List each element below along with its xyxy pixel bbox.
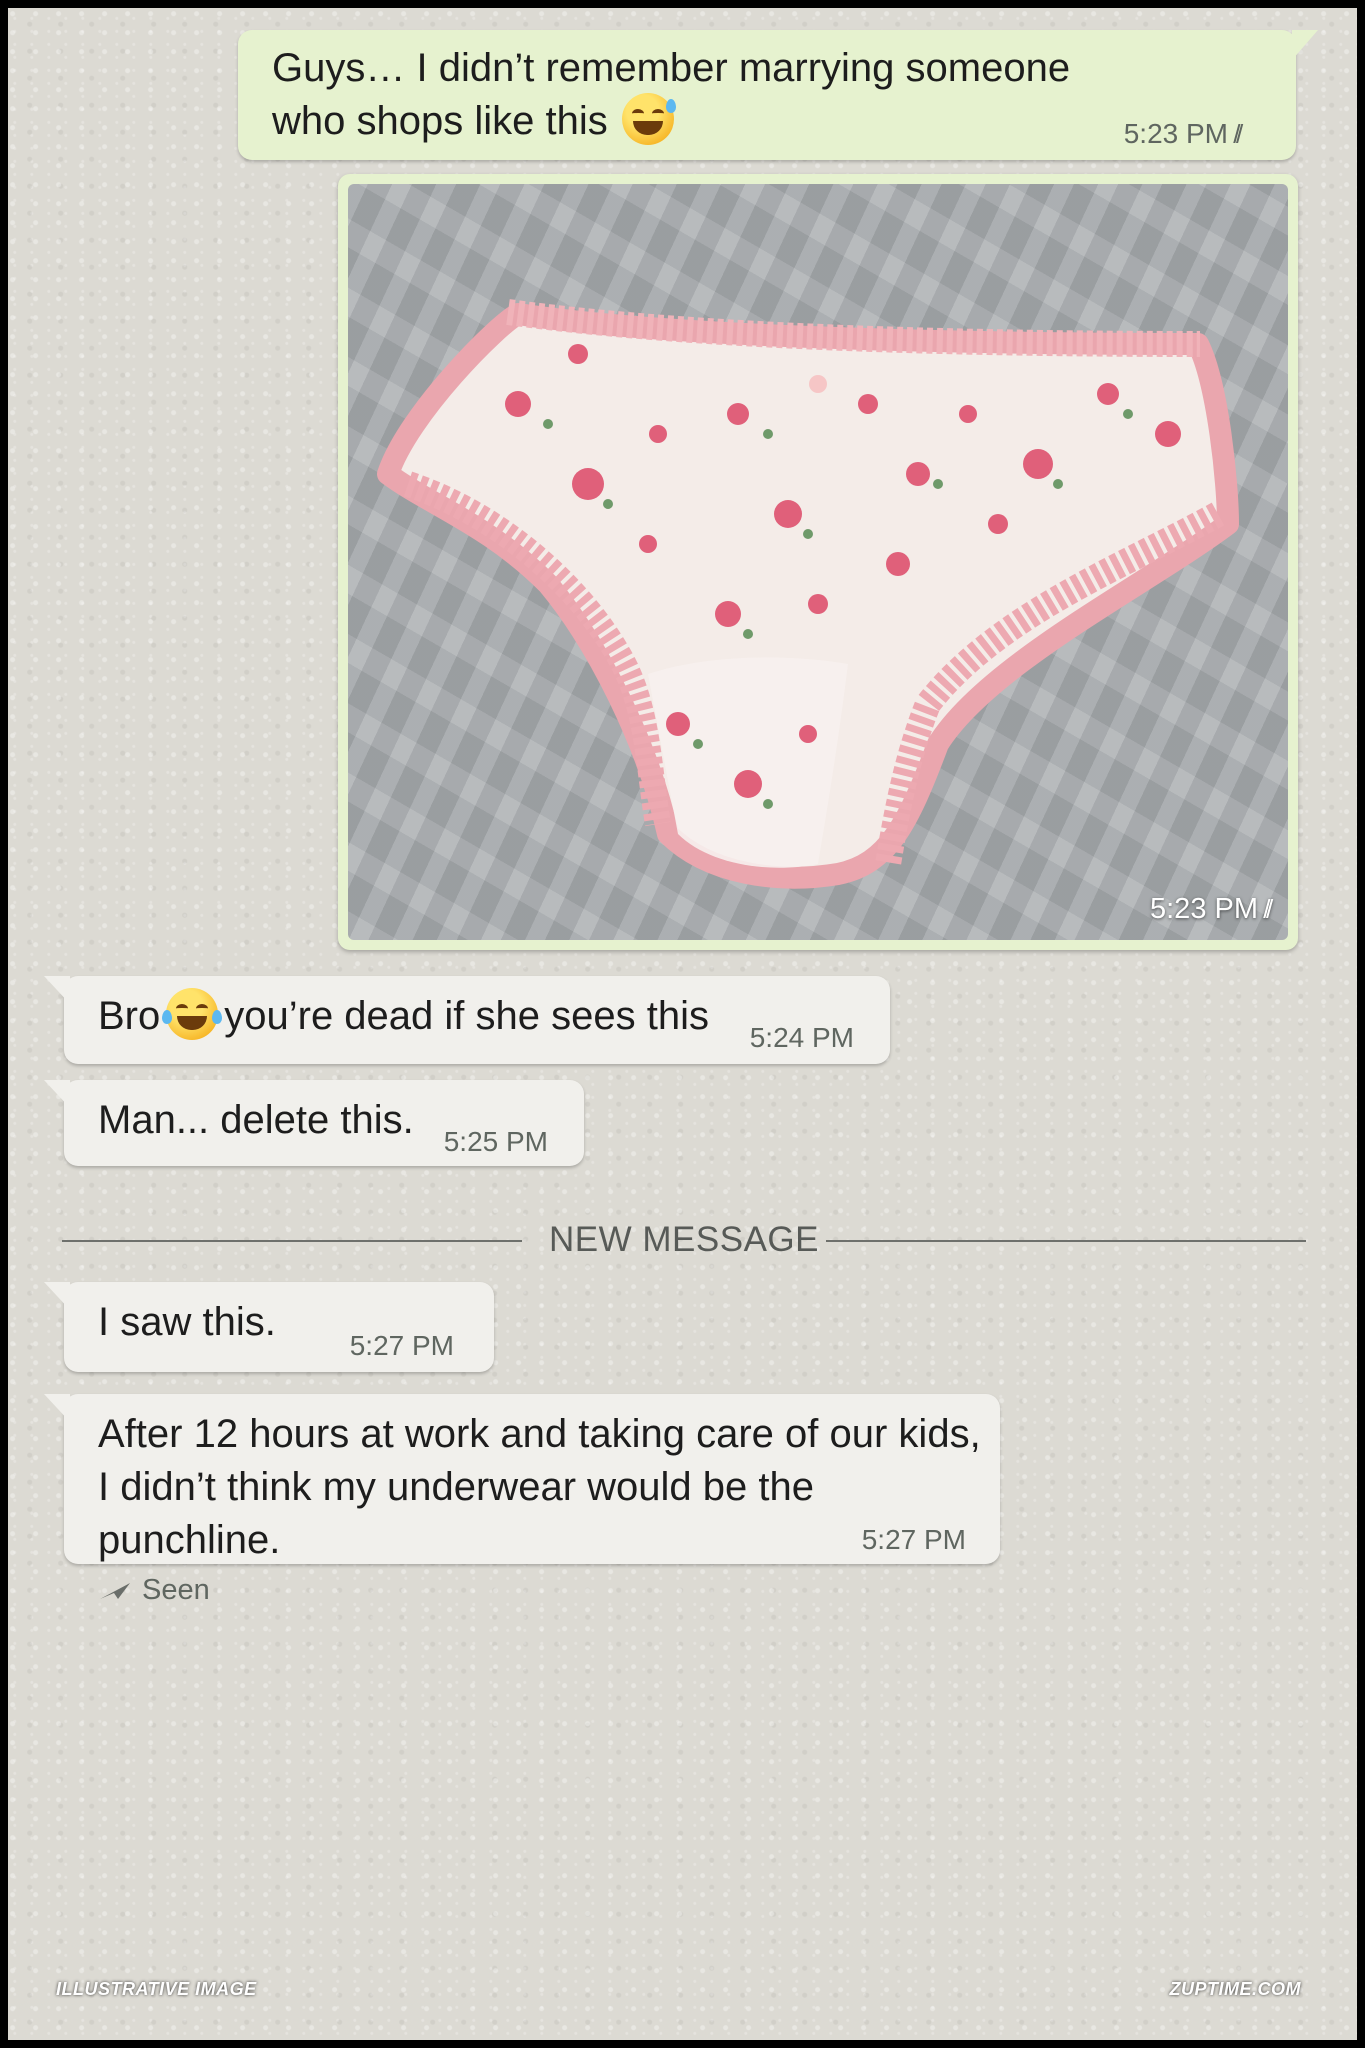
bubble-tail — [44, 1080, 70, 1108]
incoming-message-2[interactable]: Man... delete this. 5:25 PM — [44, 1080, 584, 1166]
message-time: 5:25 PM — [443, 1126, 548, 1157]
bubble-tail — [44, 976, 70, 1004]
chat-screen: Guys… I didn’t remember marrying someone… — [8, 8, 1357, 2040]
sweat-smile-emoji — [621, 93, 676, 146]
message-text-before: Bro — [98, 994, 161, 1038]
tears-of-joy-emoji — [162, 988, 223, 1041]
bubble-tail — [44, 1282, 70, 1310]
seen-status: Seen — [98, 1574, 210, 1607]
new-message-divider: NEW MESSAGE — [62, 1220, 1306, 1260]
seen-label: Seen — [142, 1574, 210, 1606]
floral-underwear-photo[interactable]: 5:23 PM// — [348, 184, 1288, 940]
outgoing-message-1[interactable]: Guys… I didn’t remember marrying someone… — [238, 30, 1318, 160]
message-time: 5:23 PM — [1123, 118, 1228, 149]
message-text-after: you’re dead if she sees this — [224, 994, 709, 1038]
message-text-line-1: Guys… I didn’t remember marrying someone — [272, 46, 1071, 90]
photo-time: 5:23 PM — [1150, 893, 1258, 925]
message-text-line-2: who shops like this — [272, 99, 608, 143]
message-time: 5:27 PM — [861, 1524, 966, 1555]
incoming-message-1[interactable]: Bro you’re dead if she sees this 5:24 PM — [44, 976, 890, 1064]
message-text-line-1: After 12 hours at work and taking care o… — [98, 1412, 981, 1456]
incoming-message-4[interactable]: After 12 hours at work and taking care o… — [44, 1394, 1000, 1564]
outgoing-photo-message[interactable]: 5:23 PM// — [338, 174, 1298, 950]
bubble-tail — [44, 1394, 70, 1422]
incoming-message-3[interactable]: I saw this. 5:27 PM — [44, 1282, 494, 1372]
site-watermark: ZUPTIME.COM — [1169, 1979, 1301, 1999]
paper-plane-icon — [100, 1583, 130, 1600]
bubble-tail — [1292, 30, 1318, 60]
message-time: 5:27 PM — [349, 1330, 454, 1361]
message-time: 5:24 PM — [749, 1022, 854, 1053]
illustrative-image-label: ILLUSTRATIVE IMAGE — [56, 1979, 257, 1999]
